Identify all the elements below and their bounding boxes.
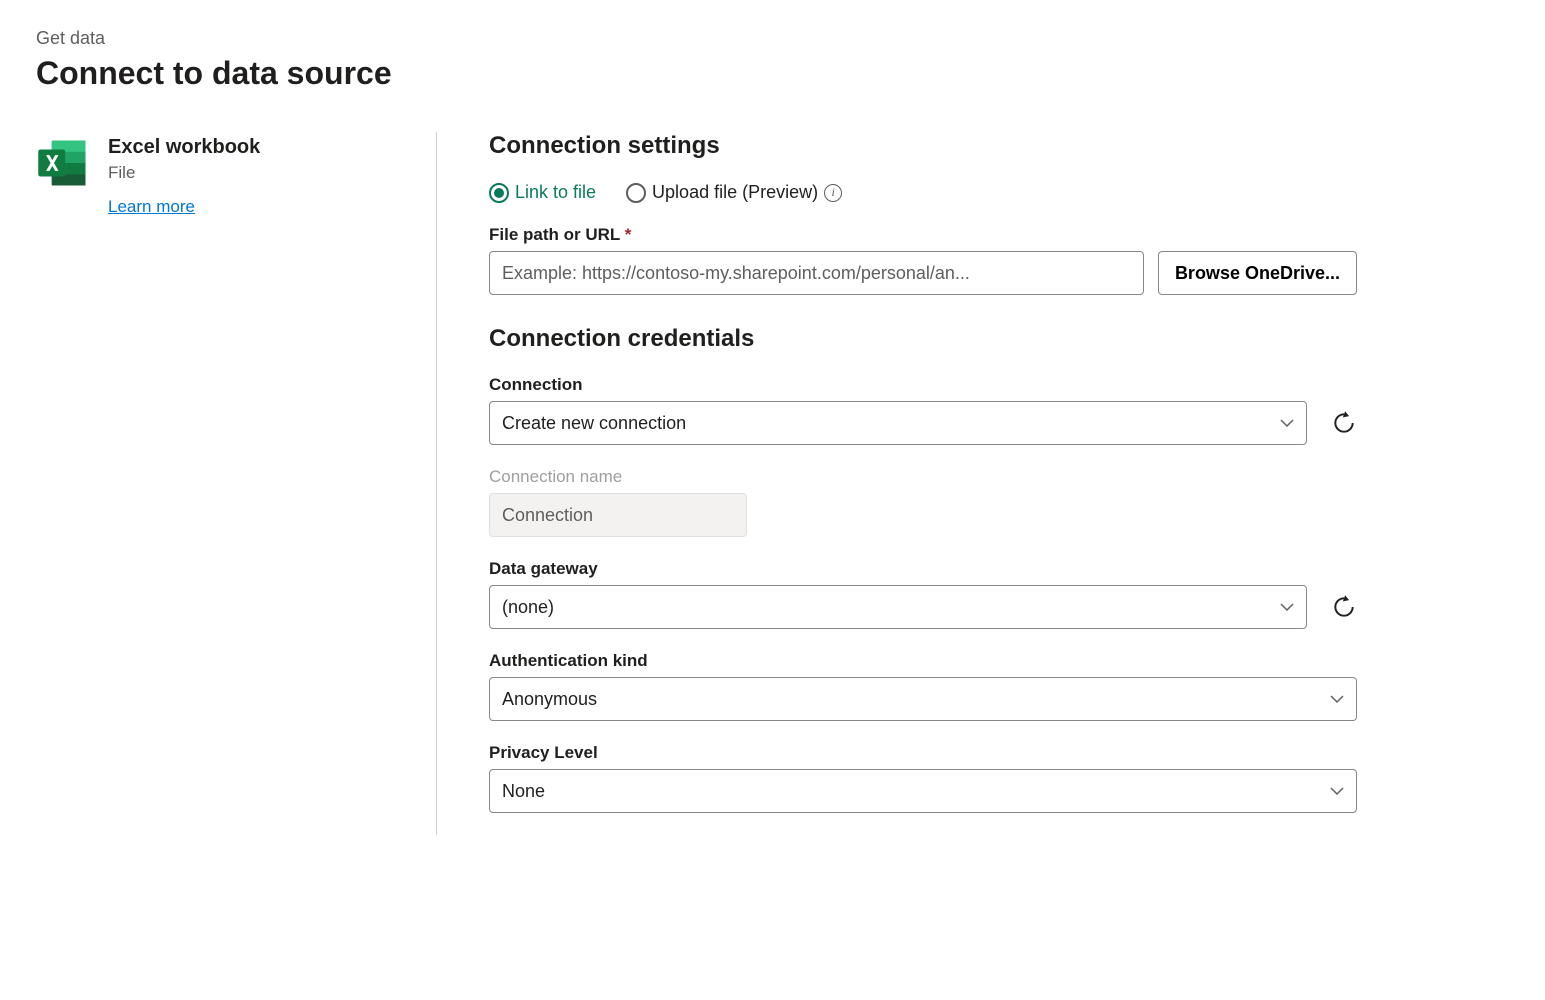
excel-icon	[36, 136, 90, 190]
sidebar: Excel workbook File Learn more	[36, 132, 436, 835]
source-type: File	[108, 163, 260, 183]
radio-selected-icon	[489, 183, 509, 203]
connection-credentials-heading: Connection credentials	[489, 325, 1357, 353]
connection-select-value: Create new connection	[502, 413, 686, 434]
file-path-label: File path or URL *	[489, 225, 1357, 245]
required-asterisk: *	[625, 225, 632, 244]
refresh-connection-icon[interactable]	[1331, 410, 1357, 436]
radio-link-label: Link to file	[515, 182, 596, 203]
browse-onedrive-button[interactable]: Browse OneDrive...	[1158, 251, 1357, 295]
privacy-level-value: None	[502, 781, 545, 802]
data-gateway-value: (none)	[502, 597, 554, 618]
refresh-gateway-icon[interactable]	[1331, 594, 1357, 620]
connection-settings-heading: Connection settings	[489, 132, 1357, 160]
file-path-input[interactable]	[489, 251, 1144, 295]
connection-name-input	[489, 493, 747, 537]
learn-more-link[interactable]: Learn more	[108, 197, 260, 217]
connection-label: Connection	[489, 375, 1357, 395]
privacy-level-select[interactable]: None	[489, 769, 1357, 813]
source-card: Excel workbook File Learn more	[36, 132, 406, 217]
source-name: Excel workbook	[108, 136, 260, 159]
radio-upload-file[interactable]: Upload file (Preview) i	[626, 182, 842, 203]
radio-link-to-file[interactable]: Link to file	[489, 182, 596, 203]
breadcrumb: Get data	[36, 28, 1509, 49]
connection-name-label: Connection name	[489, 467, 1357, 487]
page-title: Connect to data source	[36, 55, 1509, 92]
radio-upload-label: Upload file (Preview)	[652, 182, 818, 203]
file-mode-radio-group: Link to file Upload file (Preview) i	[489, 182, 1357, 203]
data-gateway-label: Data gateway	[489, 559, 1357, 579]
authentication-kind-label: Authentication kind	[489, 651, 1357, 671]
privacy-level-label: Privacy Level	[489, 743, 1357, 763]
authentication-kind-value: Anonymous	[502, 689, 597, 710]
authentication-kind-select[interactable]: Anonymous	[489, 677, 1357, 721]
main-panel: Connection settings Link to file Upload …	[437, 132, 1357, 835]
connection-select[interactable]: Create new connection	[489, 401, 1307, 445]
info-icon[interactable]: i	[824, 184, 842, 202]
radio-unselected-icon	[626, 183, 646, 203]
data-gateway-select[interactable]: (none)	[489, 585, 1307, 629]
